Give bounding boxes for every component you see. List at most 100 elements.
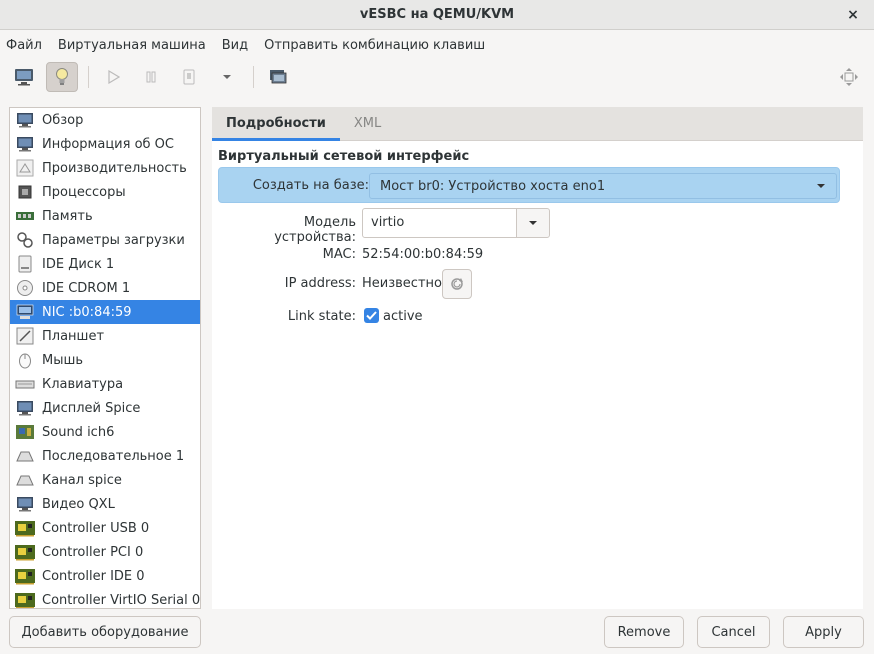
monitor-icon [14, 110, 36, 130]
channel-icon [14, 470, 36, 490]
cancel-button[interactable]: Cancel [697, 616, 770, 648]
gears-icon [14, 230, 36, 250]
shutdown-menu-button[interactable] [211, 62, 243, 92]
hardware-item[interactable]: Sound ich6 [10, 420, 200, 444]
hardware-item[interactable]: Мышь [10, 348, 200, 372]
menu-vm[interactable]: Виртуальная машина [58, 38, 214, 53]
hardware-item[interactable]: Память [10, 204, 200, 228]
hardware-item[interactable]: Последовательное 1 [10, 444, 200, 468]
model-label: Модель устройства: [274, 215, 356, 245]
mac-label: MAC: [322, 247, 356, 262]
hardware-item-label: Канал spice [42, 472, 122, 488]
cdrom-icon [14, 278, 36, 298]
network-source-row: Создать на базе: Мост br0: Устройство хо… [218, 167, 840, 203]
checkmark-icon [366, 311, 377, 320]
hardware-item-label: IDE CDROM 1 [42, 280, 131, 296]
hardware-item-label: Видео QXL [42, 496, 115, 512]
hardware-item-label: Controller IDE 0 [42, 568, 145, 584]
hardware-item[interactable]: Controller IDE 0 [10, 564, 200, 588]
stop-icon [183, 69, 195, 85]
menu-send-key[interactable]: Отправить комбинацию клавиш [264, 38, 493, 53]
menu-view[interactable]: Вид [222, 38, 256, 53]
hardware-item-label: Параметры загрузки [42, 232, 185, 248]
hardware-item[interactable]: Controller PCI 0 [10, 540, 200, 564]
hardware-item[interactable]: IDE Диск 1 [10, 252, 200, 276]
remove-button[interactable]: Remove [604, 616, 684, 648]
hardware-item[interactable]: Controller USB 0 [10, 516, 200, 540]
refresh-icon [451, 278, 463, 290]
hardware-item-label: Память [42, 208, 93, 224]
ip-value: Неизвестно [362, 276, 442, 291]
pause-icon [146, 71, 156, 83]
toolbar-separator [88, 66, 89, 88]
hardware-item-label: Информация об ОС [42, 136, 174, 152]
model-input[interactable]: virtio [362, 208, 517, 238]
hardware-item[interactable]: Клавиатура [10, 372, 200, 396]
hardware-item[interactable]: Видео QXL [10, 492, 200, 516]
sound-icon [14, 422, 36, 442]
hardware-item-label: Controller VirtIO Serial 0 [42, 592, 201, 608]
hardware-item[interactable]: Производительность [10, 156, 200, 180]
snapshots-button[interactable] [262, 62, 294, 92]
link-state-checkbox[interactable] [364, 308, 379, 323]
hardware-item-label: Производительность [42, 160, 187, 176]
model-dropdown-button[interactable] [516, 208, 550, 238]
hardware-item-label: Последовательное 1 [42, 448, 185, 464]
console-button[interactable] [8, 62, 40, 92]
apply-button[interactable]: Apply [783, 616, 864, 648]
mac-value: 52:54:00:b0:84:59 [362, 247, 484, 262]
hardware-list: Обзор Информация об ОС Производительность П… [9, 107, 201, 609]
menu-file[interactable]: Файл [6, 38, 50, 53]
run-button[interactable] [97, 62, 129, 92]
hardware-item[interactable]: Информация об ОС [10, 132, 200, 156]
cpu-icon [14, 182, 36, 202]
chevron-down-icon [817, 184, 825, 188]
hardware-item[interactable]: Дисплей Spice [10, 396, 200, 420]
hardware-item[interactable]: Controller VirtIO Serial 0 [10, 588, 201, 608]
pause-button[interactable] [135, 62, 167, 92]
tab-xml[interactable]: XML [340, 107, 395, 141]
hardware-item-label: Controller USB 0 [42, 520, 150, 536]
add-hardware-button[interactable]: Добавить оборудование [9, 616, 201, 648]
controller-icon [14, 566, 36, 586]
source-value: Мост br0: Устройство хоста eno1 [380, 178, 606, 194]
section-title: Виртуальный сетевой интерфейс [218, 149, 470, 164]
ip-refresh-button[interactable] [442, 269, 472, 299]
fullscreen-icon [840, 68, 858, 86]
chart-icon [14, 158, 36, 178]
hardware-item-label: Controller PCI 0 [42, 544, 144, 560]
hardware-item[interactable]: Канал spice [10, 468, 200, 492]
title-bar: vESBC на QEMU/KVM × [0, 0, 874, 30]
close-icon[interactable]: × [844, 6, 862, 24]
hardware-item[interactable]: Планшет [10, 324, 200, 348]
display-icon [14, 398, 36, 418]
fullscreen-button[interactable] [834, 62, 864, 92]
tablet-icon [14, 326, 36, 346]
mouse-icon [14, 350, 36, 370]
shutdown-button[interactable] [173, 62, 205, 92]
network-source-combo[interactable]: Мост br0: Устройство хоста eno1 [369, 173, 837, 199]
hardware-item[interactable]: Параметры загрузки [10, 228, 200, 252]
link-state-label: Link state: [287, 309, 356, 324]
hardware-item-label: Планшет [42, 328, 105, 344]
tab-bar: Подробности XML [212, 107, 863, 141]
hardware-item[interactable]: Процессоры [10, 180, 200, 204]
hardware-item-label: NIC :b0:84:59 [42, 304, 132, 320]
keyboard-icon [14, 374, 36, 394]
hardware-item-label: Обзор [42, 112, 84, 128]
disk-icon [14, 254, 36, 274]
ip-label: IP address: [284, 276, 356, 291]
source-label: Создать на базе: [252, 178, 369, 193]
window-title: vESBC на QEMU/KVM [359, 7, 515, 22]
tab-details[interactable]: Подробности [212, 107, 340, 141]
menu-bar: Файл Виртуальная машина Вид Отправить ко… [0, 31, 874, 59]
hardware-item[interactable]: IDE CDROM 1 [10, 276, 200, 300]
details-button[interactable] [46, 62, 78, 92]
serial-icon [14, 446, 36, 466]
hardware-item-label: Клавиатура [42, 376, 124, 392]
hardware-item[interactable]: NIC :b0:84:59 [10, 300, 200, 324]
network-icon [14, 302, 36, 322]
hardware-item[interactable]: Обзор [10, 108, 200, 132]
console-icon [15, 69, 33, 86]
hardware-item-label: Процессоры [42, 184, 126, 200]
